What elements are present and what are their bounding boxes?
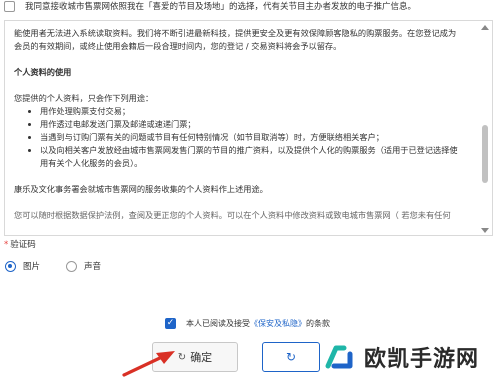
captcha-label-text: 验证码 bbox=[10, 240, 36, 250]
watermark-logo-icon bbox=[320, 338, 358, 376]
captcha-type-radio-group: 图片 声音 bbox=[5, 260, 127, 272]
confirm-button-label: 确定 bbox=[190, 351, 213, 364]
policy-usage-list: 用作处理购票支付交易； 用作透过电邮发送门票及邮递或速递门票； 当遇到与订购门票… bbox=[14, 105, 476, 170]
marketing-consent-checkbox[interactable] bbox=[4, 0, 15, 12]
captcha-audio-option[interactable]: 声音 bbox=[66, 260, 101, 272]
annotation-arrow-icon bbox=[122, 351, 175, 377]
policy-usage-item: 用作透过电邮发送门票及邮递或速递门票； bbox=[40, 118, 476, 131]
refresh-button[interactable]: ↻ bbox=[262, 342, 320, 372]
policy-usage-intro: 您提供的个人资料，只会作下列用途： bbox=[14, 93, 154, 103]
policy-usage-item: 当遇到与订购门票有关的问题或节目有任何特别情况（如节目取消等）时，方便联络相关客… bbox=[40, 131, 476, 144]
required-marker: * bbox=[4, 240, 9, 250]
refresh-icon: ↻ bbox=[285, 350, 297, 364]
policy-cutoff-line: 您可以随时根据数据保护法例，查阅及更正您的个人资料。可以在个人资料中修改资料或致… bbox=[14, 210, 451, 220]
privacy-policy-scrollbox[interactable]: 能使用者无法进入系统读取资料。我们将不断引进最新科技，提供更安全及更有效保障顾客… bbox=[4, 20, 493, 236]
captcha-label: * 验证码 bbox=[4, 238, 36, 250]
terms-agreement-row: ✓ 本人已阅读及接受《保安及私隐》的条款 bbox=[165, 318, 330, 329]
policy-closing: 康乐及文化事务署会就城市售票网的服务收集的个人资料作上述用途。 bbox=[14, 184, 268, 194]
scroll-down-arrow-icon[interactable] bbox=[481, 228, 489, 233]
radio-button[interactable] bbox=[66, 260, 78, 272]
terms-text-after: 的条款 bbox=[306, 319, 330, 328]
scrollbar-thumb[interactable] bbox=[482, 125, 488, 183]
watermark: 欧凯手游网 bbox=[318, 336, 500, 378]
policy-scrollbar[interactable] bbox=[481, 25, 489, 233]
radio-button-selected[interactable] bbox=[5, 260, 16, 272]
policy-usage-item-line: 以及向相关客户发放经由城市售票网发售门票的节目的推广资料，以及提供个人化的购票服… bbox=[40, 145, 458, 155]
policy-usage-item: 以及向相关客户发放经由城市售票网发售门票的节目的推广资料，以及提供个人化的购票服… bbox=[40, 144, 476, 170]
watermark-text: 欧凯手游网 bbox=[364, 347, 480, 372]
marketing-consent-text: 我同意接收城市售票网依照我在「喜爱的节目及场地」的选择，代有关节目主办者发放的电… bbox=[25, 2, 417, 12]
terms-text-before: 本人已阅读及接受 bbox=[186, 319, 250, 328]
policy-intro-line: 会员的有效期间，或终止使用会籍后一段合理时间内，您的登记 / 交易资料将会予以留… bbox=[14, 41, 342, 51]
policy-intro-line: 能使用者无法进入系统读取资料。我们将不断引进最新科技，提供更安全及更有效保障顾客… bbox=[14, 28, 457, 38]
policy-section-title: 个人资料的使用 bbox=[14, 67, 72, 77]
captcha-image-label: 图片 bbox=[23, 262, 41, 272]
terms-agreement-checkbox[interactable]: ✓ bbox=[165, 318, 176, 329]
marketing-consent-row: 我同意接收城市售票网依照我在「喜爱的节目及场地」的选择，代有关节目主办者发放的电… bbox=[4, 0, 494, 12]
captcha-audio-label: 声音 bbox=[84, 262, 102, 272]
privacy-terms-link[interactable]: 《保安及私隐》 bbox=[250, 319, 306, 328]
scroll-up-arrow-icon[interactable] bbox=[481, 25, 489, 30]
policy-usage-item-line: 用有关个人化服务的会员）。 bbox=[40, 158, 143, 168]
policy-usage-item: 用作处理购票支付交易； bbox=[40, 105, 476, 118]
terms-agreement-text: 本人已阅读及接受《保安及私隐》的条款 bbox=[186, 318, 330, 329]
captcha-image-option[interactable]: 图片 bbox=[5, 260, 40, 272]
checkmark-icon: ✓ bbox=[166, 318, 175, 328]
privacy-policy-content: 能使用者无法进入系统读取资料。我们将不断引进最新科技，提供更安全及更有效保障顾客… bbox=[14, 27, 476, 222]
